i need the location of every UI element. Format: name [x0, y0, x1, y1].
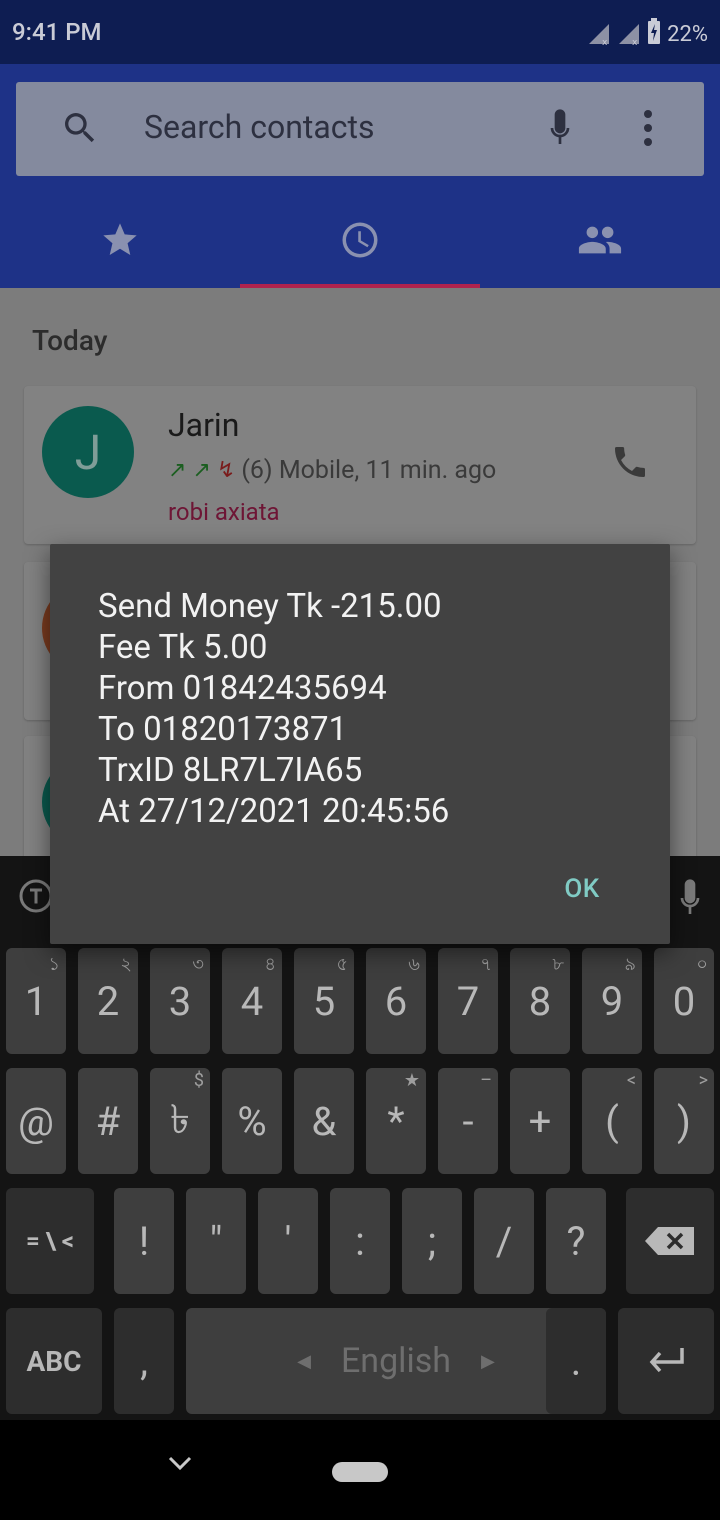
search-bar[interactable]: Search contacts: [16, 82, 704, 176]
outgoing-call-icon: ↗: [168, 458, 187, 483]
arrow-right-icon: ▶: [481, 1350, 495, 1372]
chevron-down-icon[interactable]: [166, 1454, 194, 1478]
message-line: TrxID 8LR7L7IA65: [98, 751, 363, 790]
key-enter[interactable]: [618, 1308, 714, 1414]
voice-search-icon[interactable]: [544, 106, 576, 154]
call-log-item[interactable]: J Jarin ↗ ↗ ↯ (6) Mobile, 11 min. ago ro…: [24, 386, 696, 544]
arrow-left-icon: ◀: [297, 1350, 311, 1372]
keyboard-mic-icon[interactable]: [674, 876, 706, 924]
sim-label: robi axiata: [168, 498, 280, 526]
key-6[interactable]: 6৬: [366, 948, 426, 1054]
call-detail: ↗ ↗ ↯ (6) Mobile, 11 min. ago: [168, 456, 496, 485]
key-2[interactable]: 2২: [78, 948, 138, 1054]
key-open-paren[interactable]: (<: [582, 1068, 642, 1174]
backspace-icon: [645, 1227, 694, 1255]
message-line: From 01842435694: [98, 669, 387, 708]
key-8[interactable]: 8৮: [510, 948, 570, 1054]
signal-no-data-icon: x: [617, 22, 641, 48]
tab-recents[interactable]: [240, 192, 480, 288]
status-bar: 9:41 PM x x 22%: [0, 0, 720, 64]
key-at[interactable]: @: [6, 1068, 66, 1174]
key-minus[interactable]: - –: [438, 1068, 498, 1174]
key-percent[interactable]: %: [222, 1068, 282, 1174]
key-slash[interactable]: /: [474, 1188, 534, 1294]
navigation-bar: [0, 1420, 720, 1520]
space-bar[interactable]: ◀ English ▶: [186, 1308, 606, 1414]
tab-favorites[interactable]: [0, 192, 240, 288]
key-hash[interactable]: #: [78, 1068, 138, 1174]
battery-percent: 22%: [667, 21, 708, 47]
tab-bar: [0, 192, 720, 288]
key-ampersand[interactable]: &: [294, 1068, 354, 1174]
more-options-icon[interactable]: [642, 108, 654, 152]
status-time: 9:41 PM: [12, 18, 102, 46]
key-5[interactable]: 5৫: [294, 948, 354, 1054]
key-abc[interactable]: ABC: [6, 1308, 102, 1414]
avatar[interactable]: J: [42, 406, 134, 498]
search-icon[interactable]: [60, 108, 100, 152]
app-header: Search contacts: [0, 64, 720, 288]
key-colon[interactable]: :: [330, 1188, 390, 1294]
dialog-message: Send Money Tk -215.00 Fee Tk 5.00 From 0…: [98, 586, 638, 832]
key-0[interactable]: 0০: [654, 948, 714, 1054]
key-9[interactable]: 9৯: [582, 948, 642, 1054]
signal-no-data-icon: x: [587, 22, 611, 48]
contact-name: Jarin: [168, 406, 240, 444]
clock-icon: [342, 222, 378, 258]
svg-text:x: x: [602, 38, 608, 46]
key-plus[interactable]: +: [510, 1068, 570, 1174]
key-taka[interactable]: ৳ $: [150, 1068, 210, 1174]
key-3[interactable]: 3৩: [150, 948, 210, 1054]
svg-text:x: x: [632, 38, 638, 46]
people-icon: [578, 226, 622, 254]
battery-charging-icon: [647, 18, 661, 50]
status-icons: x x 22%: [587, 18, 708, 50]
home-pill[interactable]: [332, 1462, 388, 1482]
message-line: To 01820173871: [98, 710, 348, 749]
key-1[interactable]: 1১: [6, 948, 66, 1054]
key-semicolon[interactable]: ;: [402, 1188, 462, 1294]
key-more-symbols[interactable]: = \ <: [6, 1188, 94, 1294]
message-line: At 27/12/2021 20:45:56: [98, 792, 450, 831]
key-question[interactable]: ?: [546, 1188, 606, 1294]
tab-contacts[interactable]: [480, 192, 720, 288]
key-comma[interactable]: ,: [114, 1308, 174, 1414]
key-close-paren[interactable]: ) >: [654, 1068, 714, 1174]
key-exclaim[interactable]: !: [114, 1188, 174, 1294]
star-icon: [103, 223, 137, 255]
search-input[interactable]: Search contacts: [144, 108, 375, 146]
phone-icon[interactable]: [610, 442, 650, 486]
call-detail-text: (6) Mobile, 11 min. ago: [241, 456, 497, 485]
section-header: Today: [32, 324, 108, 357]
translate-icon[interactable]: [18, 878, 54, 918]
key-backspace[interactable]: [626, 1188, 714, 1294]
enter-icon: [649, 1348, 684, 1373]
key-asterisk[interactable]: * ★: [366, 1068, 426, 1174]
message-dialog: Send Money Tk -215.00 Fee Tk 5.00 From 0…: [50, 544, 670, 944]
outgoing-call-icon: ↗: [192, 458, 211, 483]
ok-button[interactable]: OK: [546, 864, 618, 914]
key-period[interactable]: .: [546, 1308, 606, 1414]
message-line: Fee Tk 5.00: [98, 628, 268, 667]
key-4[interactable]: 4৪: [222, 948, 282, 1054]
message-line: Send Money Tk -215.00: [98, 587, 442, 626]
key-double-quote[interactable]: ": [186, 1188, 246, 1294]
key-7[interactable]: 7৭: [438, 948, 498, 1054]
missed-call-icon: ↯: [216, 458, 236, 483]
key-single-quote[interactable]: ': [258, 1188, 318, 1294]
